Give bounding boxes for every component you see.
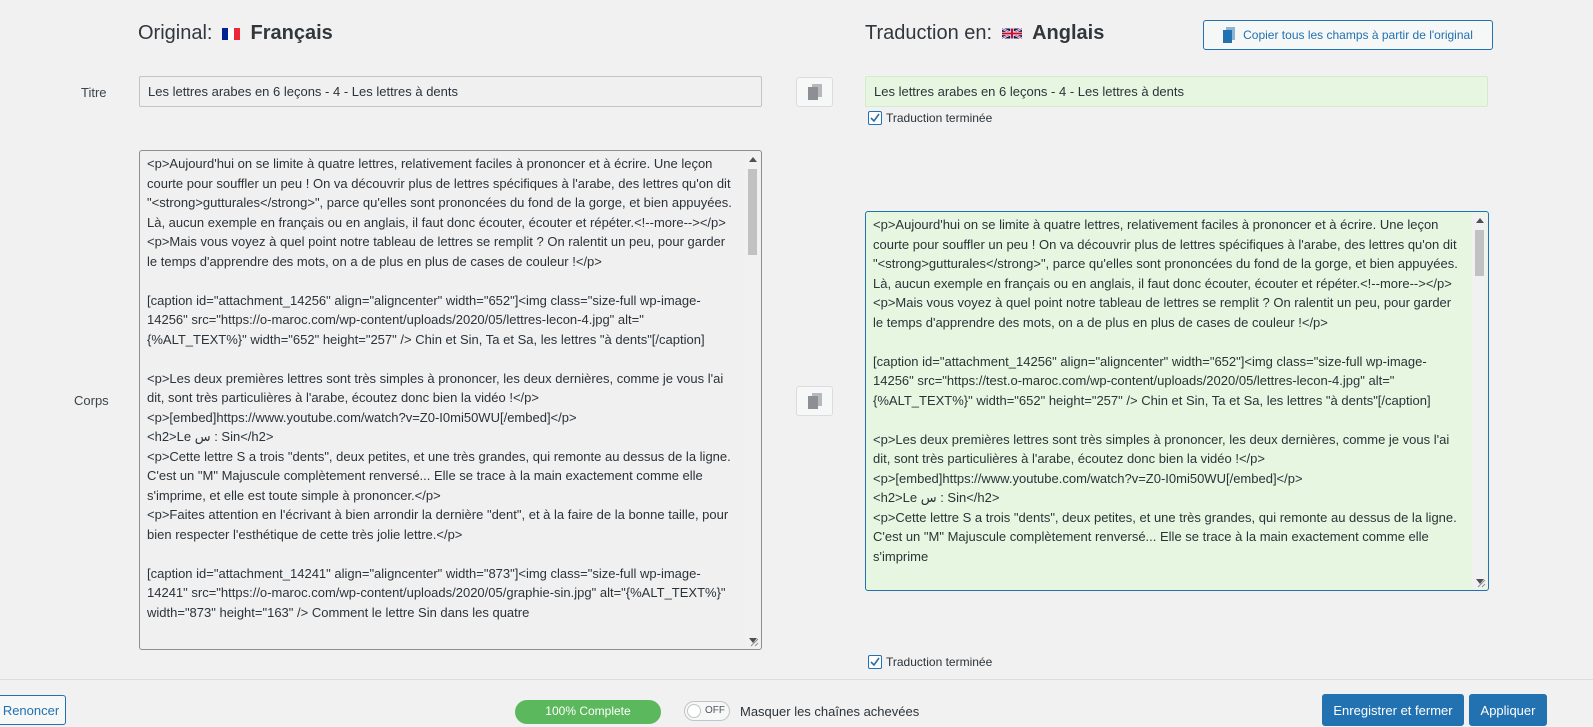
original-language: Français bbox=[250, 22, 333, 44]
original-title-field: Les lettres arabes en 6 leçons - 4 - Les… bbox=[139, 76, 762, 107]
original-prefix: Original: bbox=[138, 22, 213, 44]
hide-completed-label: Masquer les chaînes achevées bbox=[740, 704, 920, 719]
copy-icon bbox=[807, 84, 822, 100]
translation-body-textarea[interactable]: <p>Aujourd'hui on se limite à quatre let… bbox=[865, 211, 1489, 591]
scroll-up-arrow-icon[interactable] bbox=[749, 157, 757, 162]
copy-body-button[interactable] bbox=[796, 386, 833, 416]
resize-handle-icon[interactable] bbox=[749, 637, 759, 647]
body-translation-done-checkbox[interactable]: Traduction terminée bbox=[868, 655, 992, 669]
progress-bar: 100% Complete bbox=[515, 700, 661, 724]
copy-all-label: Copier tous les champs à partir de l'ori… bbox=[1243, 28, 1473, 42]
copy-icon bbox=[1223, 27, 1236, 43]
original-body-text: <p>Aujourd'hui on se limite à quatre let… bbox=[147, 156, 732, 620]
save-and-close-button[interactable]: Enregistrer et fermer bbox=[1322, 694, 1464, 726]
checkbox-label: Traduction terminée bbox=[886, 655, 993, 669]
toggle-state: OFF bbox=[705, 705, 725, 716]
checkbox[interactable] bbox=[868, 655, 882, 669]
scroll-up-arrow-icon[interactable] bbox=[1476, 218, 1484, 223]
france-flag-icon bbox=[222, 27, 241, 40]
checkbox-label: Traduction terminée bbox=[886, 111, 993, 125]
original-body-textarea: <p>Aujourd'hui on se limite à quatre let… bbox=[139, 150, 762, 650]
body-row-label: Corps bbox=[74, 393, 109, 408]
copy-title-button[interactable] bbox=[796, 77, 833, 107]
cancel-button[interactable]: Renoncer bbox=[0, 695, 66, 725]
copy-all-fields-button[interactable]: Copier tous les champs à partir de l'ori… bbox=[1203, 20, 1493, 50]
title-row-label: Titre bbox=[81, 85, 107, 100]
hide-completed-toggle[interactable]: OFF bbox=[684, 701, 730, 721]
progress-label: 100% Complete bbox=[545, 704, 631, 718]
cancel-label: Renoncer bbox=[2, 702, 60, 718]
uk-flag-icon bbox=[1002, 27, 1023, 40]
copy-icon bbox=[807, 393, 822, 409]
translation-language: Anglais bbox=[1032, 22, 1105, 44]
translation-body-text[interactable]: <p>Aujourd'hui on se limite à quatre let… bbox=[873, 215, 1464, 590]
apply-label: Appliquer bbox=[1480, 702, 1536, 718]
resize-handle-icon[interactable] bbox=[1476, 578, 1486, 588]
original-language-heading: Original: Français bbox=[138, 22, 333, 45]
translation-title-field[interactable]: Les lettres arabes en 6 leçons - 4 - Les… bbox=[865, 76, 1488, 107]
translation-body-scrollbar[interactable] bbox=[1472, 213, 1487, 589]
footer-divider bbox=[0, 679, 1593, 680]
scrollbar-thumb[interactable] bbox=[748, 169, 757, 255]
translation-language-heading: Traduction en: Anglais bbox=[865, 22, 1104, 45]
translation-prefix: Traduction en: bbox=[865, 22, 993, 44]
apply-button[interactable]: Appliquer bbox=[1469, 694, 1547, 726]
checkmark-icon bbox=[870, 113, 880, 123]
checkbox[interactable] bbox=[868, 111, 882, 125]
scrollbar-thumb[interactable] bbox=[1475, 230, 1484, 276]
title-translation-done-checkbox[interactable]: Traduction terminée bbox=[868, 111, 992, 125]
toggle-knob bbox=[687, 704, 701, 718]
save-and-close-label: Enregistrer et fermer bbox=[1333, 702, 1453, 718]
original-body-scrollbar[interactable] bbox=[745, 152, 760, 648]
checkmark-icon bbox=[870, 657, 880, 667]
